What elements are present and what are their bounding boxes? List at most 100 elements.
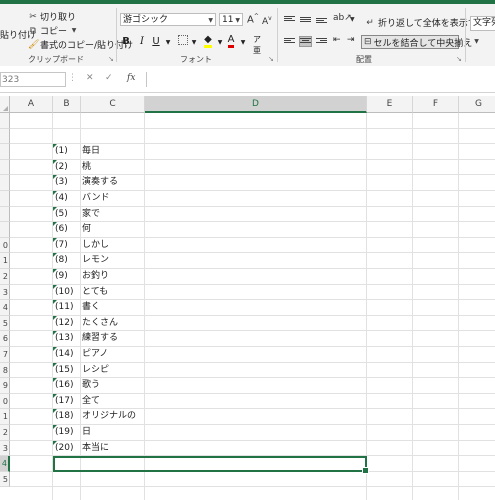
align-bottom-icon[interactable] <box>316 17 327 26</box>
alignment-dialog-launcher-icon[interactable]: ↘ <box>456 55 462 63</box>
cell-word[interactable]: 何 <box>82 222 91 237</box>
increase-indent-button[interactable]: ⇥ <box>347 35 355 45</box>
font-name-select[interactable]: 游ゴシック ▼ <box>120 13 216 26</box>
cell-word[interactable]: オリジナルの <box>82 409 136 424</box>
cell-word[interactable]: 歌う <box>82 378 100 393</box>
cancel-icon[interactable]: ✕ <box>86 73 94 83</box>
align-top-icon[interactable] <box>284 15 295 24</box>
cell-number[interactable]: (8) <box>53 253 82 268</box>
row-header[interactable] <box>0 206 10 223</box>
row-header[interactable] <box>0 175 10 191</box>
row-header[interactable]: 5 <box>0 471 10 488</box>
cell-number[interactable]: (19) <box>53 425 82 440</box>
cell-number[interactable]: (5) <box>53 206 82 222</box>
bold-button[interactable]: B <box>120 36 132 47</box>
cell-word[interactable]: 家で <box>82 207 100 222</box>
row-header[interactable] <box>0 222 10 238</box>
name-box-dropdown-icon[interactable]: ⋮ <box>68 73 77 83</box>
align-middle-icon[interactable] <box>300 16 311 25</box>
cell-number[interactable]: (11) <box>53 300 82 315</box>
border-dropdown-icon[interactable]: ▼ <box>188 39 200 46</box>
orientation-dropdown-icon[interactable]: ▼ <box>350 16 355 23</box>
row-header[interactable]: 1 <box>0 253 10 269</box>
cell-number[interactable]: (9) <box>53 269 82 284</box>
cell-word[interactable]: レシピ <box>82 363 109 378</box>
formula-input[interactable] <box>146 72 495 87</box>
select-all-corner[interactable] <box>0 96 10 113</box>
cell-word[interactable]: ピアノ <box>82 347 108 362</box>
insert-function-button[interactable]: fx <box>127 73 135 83</box>
row-header[interactable]: 2 <box>0 269 10 285</box>
cell-word[interactable]: 練習する <box>82 331 118 346</box>
merge-center-button[interactable]: ⊟ セルを結合して中央揃え ▼ <box>361 35 479 49</box>
column-header-g[interactable]: G <box>459 96 495 113</box>
cell-number[interactable]: (17) <box>53 393 82 409</box>
row-header[interactable]: 7 <box>0 347 10 363</box>
cell-word[interactable]: 毎日 <box>82 144 100 159</box>
row-header[interactable]: 0 <box>0 237 10 254</box>
cell-word[interactable]: 日 <box>82 425 91 440</box>
row-header[interactable]: 8 <box>0 362 10 379</box>
cell-word[interactable]: お釣り <box>82 269 109 284</box>
cell-number[interactable]: (13) <box>53 331 82 346</box>
cell-word[interactable]: 全て <box>82 394 100 409</box>
row-header[interactable]: 5 <box>0 315 10 332</box>
align-left-icon[interactable] <box>284 37 295 46</box>
cell-number[interactable]: (1) <box>53 144 82 159</box>
row-header[interactable] <box>0 191 10 207</box>
shrink-font-button[interactable]: Av <box>262 15 272 27</box>
column-header-d[interactable]: D <box>145 96 367 113</box>
cell-number[interactable]: (14) <box>53 347 82 362</box>
cell-number[interactable]: (3) <box>53 175 82 190</box>
row-header[interactable] <box>0 144 10 160</box>
row-header[interactable]: 1 <box>0 409 10 425</box>
cell-word[interactable]: 書く <box>82 300 100 315</box>
font-size-select[interactable]: 11 ▼ <box>219 13 243 26</box>
column-header-e[interactable]: E <box>367 96 413 113</box>
row-header[interactable]: 2 <box>0 425 10 441</box>
cell-number[interactable]: (7) <box>53 237 82 253</box>
wrap-text-button[interactable]: ↵ 折り返して全体を表示する <box>365 16 486 30</box>
phonetic-button[interactable]: ア亜 <box>251 34 263 56</box>
align-right-icon[interactable] <box>316 37 327 46</box>
row-header[interactable] <box>0 159 10 176</box>
column-header-f[interactable]: F <box>413 96 459 113</box>
cell-word[interactable]: 本当に <box>82 441 109 456</box>
decrease-indent-button[interactable]: ⇤ <box>333 35 341 45</box>
number-format-select[interactable]: 文字列 <box>470 16 495 31</box>
cell-number[interactable]: (2) <box>53 159 82 175</box>
cell-word[interactable]: とても <box>82 285 108 300</box>
copy-button[interactable]: ⧉ コピー ▼ <box>28 24 79 38</box>
cell-number[interactable]: (20) <box>53 440 82 456</box>
row-header[interactable]: 4 <box>0 456 10 472</box>
underline-dropdown-icon[interactable]: ▼ <box>162 39 174 46</box>
cell-number[interactable]: (18) <box>53 409 82 424</box>
cell-number[interactable]: (16) <box>53 378 82 393</box>
fill-color-button[interactable]: ◆ <box>202 34 214 48</box>
column-header-a[interactable]: A <box>10 96 53 113</box>
row-header[interactable]: 3 <box>0 284 10 301</box>
enter-icon[interactable]: ✓ <box>105 73 113 83</box>
cut-button[interactable]: ✂ 切り取り <box>28 10 76 24</box>
column-header-b[interactable]: B <box>53 96 81 113</box>
row-header[interactable]: 4 <box>0 300 10 316</box>
font-color-button[interactable]: A <box>225 34 237 48</box>
cell-number[interactable]: (10) <box>53 284 82 300</box>
selected-range[interactable] <box>53 456 369 474</box>
column-header-c[interactable]: C <box>81 96 145 113</box>
row-header[interactable] <box>0 128 10 145</box>
cell-word[interactable]: レモン <box>82 253 109 268</box>
underline-button[interactable]: U <box>150 36 162 47</box>
font-dialog-launcher-icon[interactable]: ↘ <box>268 55 274 63</box>
cell-word[interactable]: 演奏する <box>82 175 118 190</box>
cell-number[interactable]: (12) <box>53 315 82 331</box>
cell-word[interactable]: 桃 <box>82 160 91 175</box>
format-painter-button[interactable]: 🖌 書式のコピー/貼り付け <box>28 38 133 52</box>
clipboard-dialog-launcher-icon[interactable]: ↘ <box>108 55 114 63</box>
orientation-button[interactable]: ab↗ <box>333 13 352 23</box>
name-box[interactable]: 323 <box>0 72 66 87</box>
row-header[interactable]: 3 <box>0 440 10 457</box>
cell-word[interactable]: しかし <box>82 238 109 253</box>
row-header[interactable] <box>0 113 10 129</box>
row-header[interactable]: 0 <box>0 393 10 410</box>
